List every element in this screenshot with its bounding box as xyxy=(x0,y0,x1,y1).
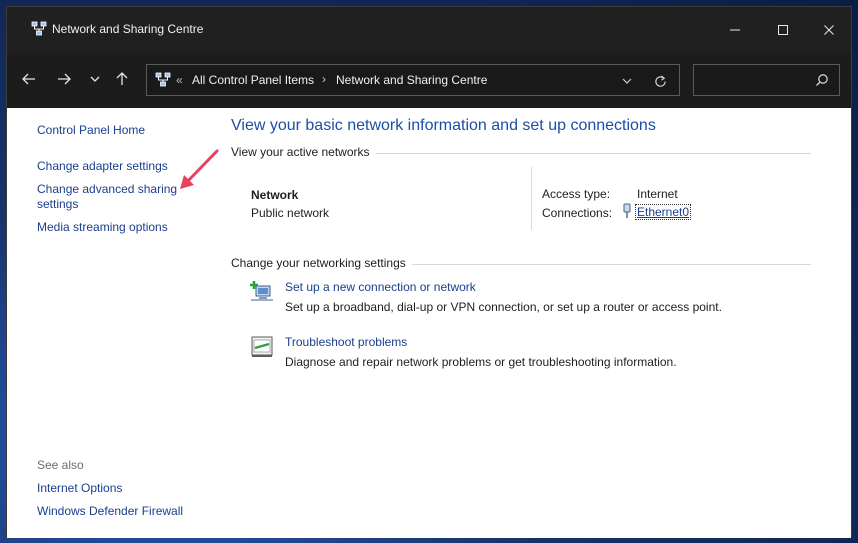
media-streaming-options-link[interactable]: Media streaming options xyxy=(37,220,168,235)
arrow-right-icon xyxy=(58,73,71,85)
chevron-down-icon xyxy=(622,78,632,84)
ethernet-icon xyxy=(623,203,631,218)
network-centre-icon xyxy=(31,21,47,36)
minimize-button[interactable] xyxy=(712,7,758,52)
network-info-divider xyxy=(531,167,532,230)
refresh-button[interactable] xyxy=(650,71,670,91)
refresh-icon xyxy=(654,74,666,87)
breadcrumb-network-and-sharing-centre[interactable]: Network and Sharing Centre xyxy=(336,73,487,87)
access-type-label: Access type: xyxy=(542,187,611,201)
active-networks-heading: View your active networks xyxy=(231,145,376,159)
forward-button[interactable] xyxy=(53,68,75,90)
maximize-icon xyxy=(778,24,788,35)
close-button[interactable] xyxy=(806,7,852,52)
maximize-button[interactable] xyxy=(760,7,806,52)
control-panel-home-link[interactable]: Control Panel Home xyxy=(37,123,145,138)
page-title: View your basic network information and … xyxy=(231,117,656,134)
main-content: Control Panel Home Change adapter settin… xyxy=(7,108,851,538)
set-up-new-connection-description: Set up a broadband, dial-up or VPN conne… xyxy=(285,300,722,314)
search-input[interactable] xyxy=(693,64,840,96)
network-centre-icon xyxy=(155,72,171,87)
address-history-button[interactable] xyxy=(617,71,637,91)
breadcrumb-all-control-panel-items[interactable]: All Control Panel Items xyxy=(192,73,314,87)
set-up-new-connection-link[interactable]: Set up a new connection or network xyxy=(285,280,476,294)
chevron-down-icon xyxy=(90,76,100,82)
annotation-arrow-icon xyxy=(180,149,219,189)
breadcrumb-separator[interactable]: › xyxy=(322,72,326,86)
hidden-crumbs-indicator[interactable]: « xyxy=(176,73,183,87)
windows-defender-firewall-link[interactable]: Windows Defender Firewall xyxy=(37,504,183,519)
networking-settings-heading: Change your networking settings xyxy=(231,256,412,270)
access-type-value: Internet xyxy=(637,187,678,201)
title-bar[interactable]: Network and Sharing Centre xyxy=(7,7,851,52)
ethernet-connection-link[interactable]: Ethernet0 xyxy=(634,204,692,220)
arrow-left-icon xyxy=(22,73,35,85)
troubleshoot-problems-description: Diagnose and repair network problems or … xyxy=(285,355,677,369)
close-icon xyxy=(824,24,834,35)
change-adapter-settings-link[interactable]: Change adapter settings xyxy=(37,159,168,174)
network-category: Public network xyxy=(251,206,330,220)
up-button[interactable] xyxy=(111,68,133,90)
troubleshoot-icon xyxy=(251,336,273,357)
search-icon xyxy=(816,74,828,86)
recent-locations-button[interactable] xyxy=(84,68,106,90)
arrow-up-icon xyxy=(116,72,128,85)
navigation-bar: « All Control Panel Items › Network and … xyxy=(7,52,851,108)
change-advanced-sharing-settings-link[interactable]: Change advanced sharing settings xyxy=(37,182,185,212)
back-button[interactable] xyxy=(18,68,40,90)
minimize-icon xyxy=(730,29,740,30)
internet-options-link[interactable]: Internet Options xyxy=(37,481,122,496)
troubleshoot-problems-link[interactable]: Troubleshoot problems xyxy=(285,335,407,349)
network-name: Network xyxy=(251,188,299,202)
connections-label: Connections: xyxy=(542,206,613,220)
network-setup-icon xyxy=(250,281,273,301)
see-also-label: See also xyxy=(37,458,84,472)
control-panel-window: Network and Sharing Centre « All Control… xyxy=(6,6,852,538)
window-title: Network and Sharing Centre xyxy=(52,22,204,36)
address-bar[interactable]: « All Control Panel Items › Network and … xyxy=(146,64,680,96)
